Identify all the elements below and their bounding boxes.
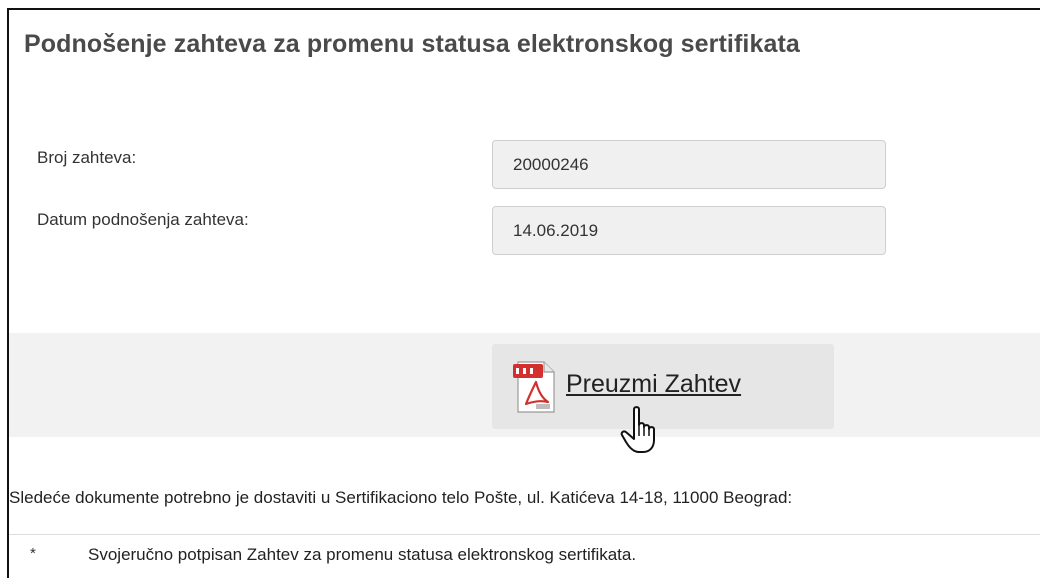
hand-pointer-icon: [620, 406, 655, 453]
request-number-field[interactable]: [492, 140, 886, 189]
required-documents-note: Sledeće dokumente potrebno je dostaviti …: [9, 488, 793, 507]
pdf-file-icon[interactable]: [512, 360, 558, 414]
page-title: Podnošenje zahteva za promenu statusa el…: [24, 30, 800, 58]
request-number-label: Broj zahteva:: [37, 148, 137, 167]
list-item: Svojeručno potpisan Zahtev za promenu st…: [88, 545, 637, 564]
list-divider: [9, 534, 1040, 535]
download-request-link[interactable]: Preuzmi Zahtev: [566, 370, 741, 399]
submission-date-label: Datum podnošenja zahteva:: [37, 210, 249, 229]
list-bullet: *: [30, 545, 36, 562]
submission-date-field[interactable]: [492, 206, 886, 255]
